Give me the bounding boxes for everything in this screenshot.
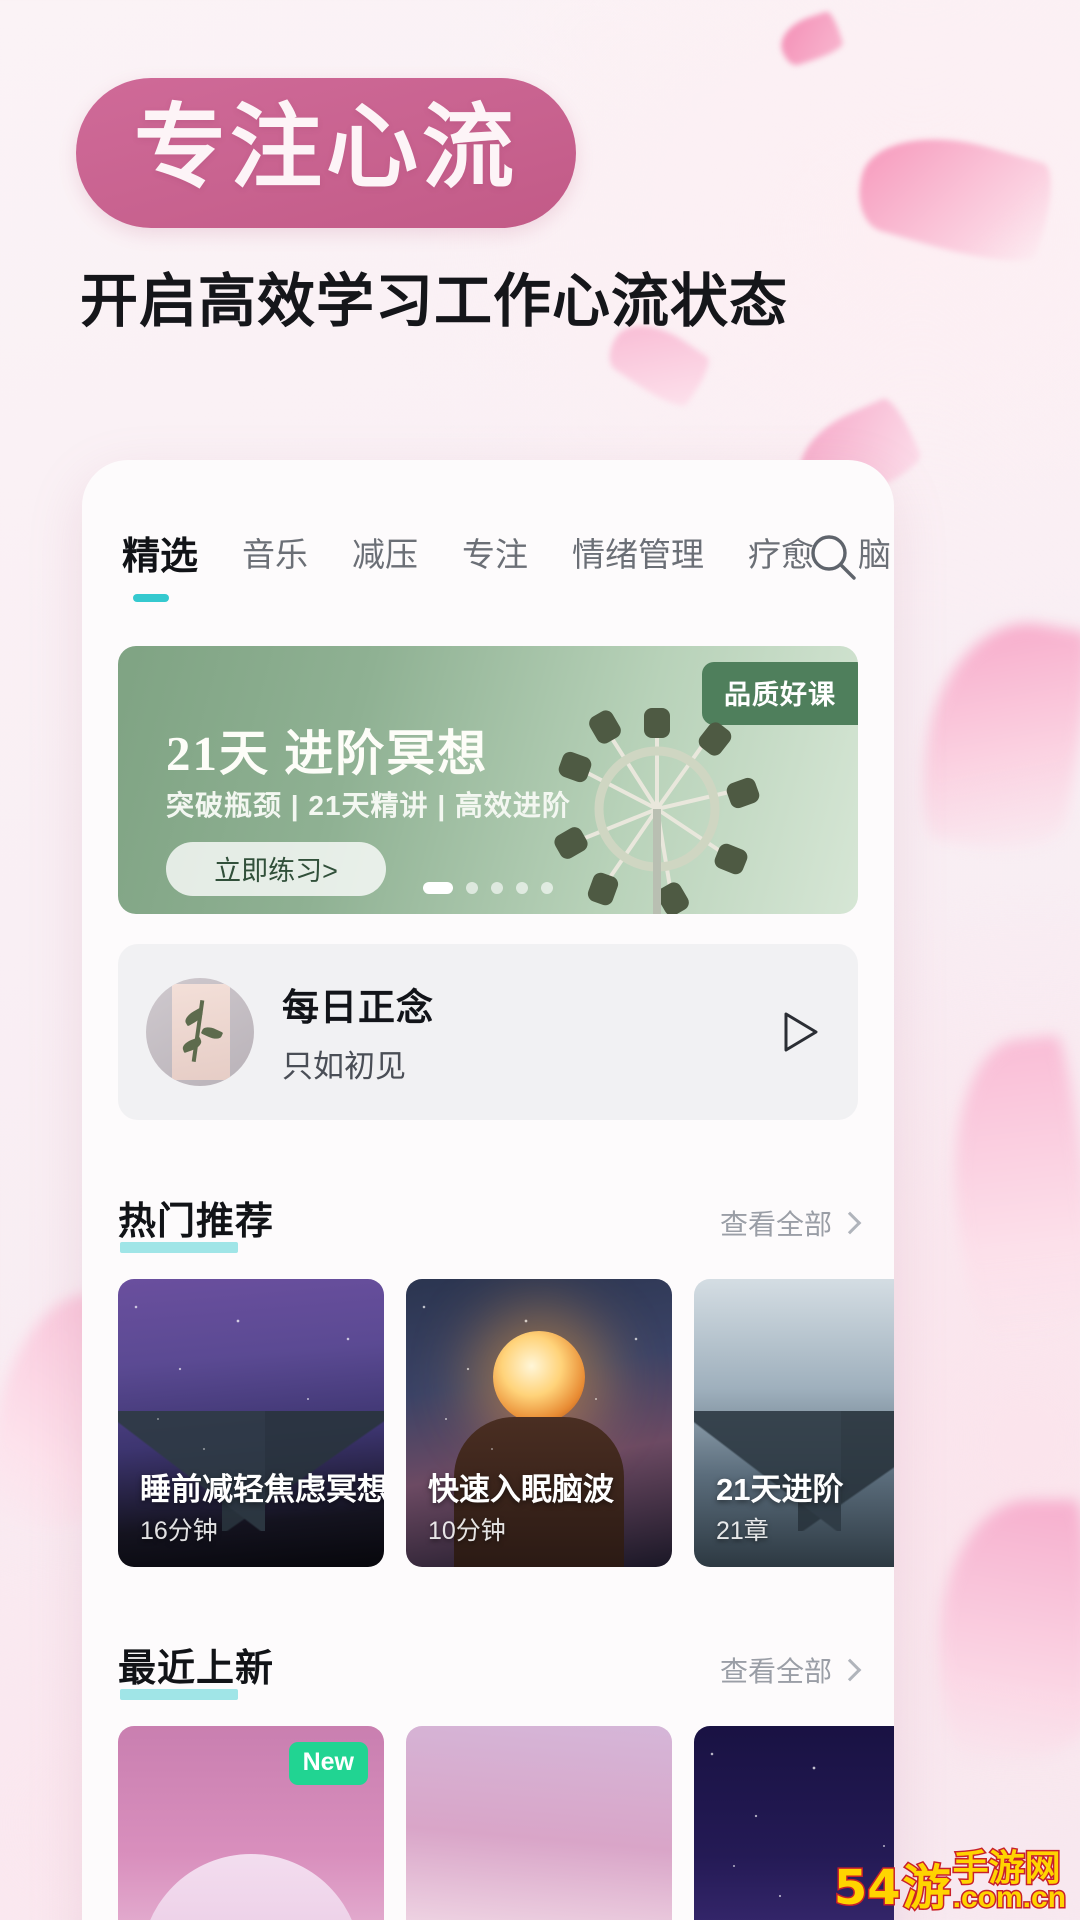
content-card[interactable]: 21天进阶 21章 [694, 1278, 894, 1567]
section-title: 最近上新 [118, 1637, 275, 1700]
section-see-all-hot[interactable]: 查看全部 [719, 1203, 862, 1243]
play-icon[interactable] [772, 1006, 824, 1058]
chevron-right-icon [838, 1658, 862, 1682]
tab-label: 脑 [858, 536, 892, 573]
egg-shape [141, 1853, 361, 1920]
content-card[interactable]: New [118, 1725, 384, 1920]
card-title: 快速入眠脑波 [428, 1471, 614, 1507]
section-title: 热门推荐 [118, 1190, 275, 1253]
card-title: 21天进阶 [716, 1471, 844, 1507]
section-header-new: 最近上新 查看全部 [118, 1637, 862, 1700]
section-title-text: 热门推荐 [118, 1200, 275, 1243]
daily-title: 每日正念 [282, 987, 434, 1029]
tab-label: 疗愈 [748, 536, 815, 573]
banner-artwork [552, 694, 762, 914]
petal-decoration [939, 1034, 1080, 1346]
tab-label: 减压 [352, 536, 419, 573]
section-title-text: 最近上新 [118, 1647, 275, 1690]
see-all-label: 查看全部 [719, 1208, 832, 1240]
active-tab-underline [133, 593, 169, 602]
section-see-all-new[interactable]: 查看全部 [719, 1650, 862, 1690]
app-screen-body: 品质好课 21天 进阶冥想 突破瓶颈 | 21天精讲 | 高效进阶 立即练习> [82, 645, 894, 1920]
banner-cta-button[interactable]: 立即练习> [166, 841, 386, 896]
carousel-dot[interactable] [491, 881, 503, 894]
carousel-dot[interactable] [423, 881, 453, 894]
daily-thumbnail [146, 977, 254, 1086]
promo-banner[interactable]: 品质好课 21天 进阶冥想 突破瓶颈 | 21天精讲 | 高效进阶 立即练习> [118, 645, 858, 914]
card-meta: 21章 [716, 1516, 769, 1545]
banner-carousel-dots[interactable] [423, 881, 553, 894]
site-watermark: 54 游 手游网 .com.cn [832, 1848, 1067, 1917]
tab-label: 专注 [462, 536, 529, 573]
new-badge: New [288, 1741, 368, 1785]
tab-label: 精选 [122, 536, 199, 578]
banner-title: 21天 进阶冥想 [166, 725, 489, 781]
petal-decoration [911, 608, 1080, 862]
daily-subtitle: 只如初见 [282, 1049, 406, 1085]
phone-mockup: 精选 音乐 减压 专注 情绪管理 疗愈 脑 品质好课 21天 进阶冥想 突破瓶颈… [82, 460, 894, 1920]
mountain-silhouette [118, 1410, 384, 1531]
card-meta: 16分钟 [140, 1516, 218, 1545]
tab-jianya[interactable]: 减压 [330, 536, 440, 574]
tab-qingxuguanli[interactable]: 情绪管理 [550, 536, 726, 574]
petal-decoration [940, 1500, 1080, 1760]
watermark-domain: .com.cn [951, 1880, 1067, 1914]
search-icon[interactable] [806, 530, 860, 584]
content-card[interactable]: 睡前减轻焦虑冥想 16分钟 [118, 1278, 384, 1567]
carousel-dot[interactable] [516, 881, 528, 894]
section-header-hot: 热门推荐 查看全部 [118, 1190, 862, 1253]
see-all-label: 查看全部 [719, 1655, 832, 1687]
hand-silhouette [454, 1416, 624, 1567]
hero-section: 专注心流 开启高效学习工作心流状态 [0, 0, 1080, 338]
tab-label: 音乐 [242, 536, 309, 573]
tab-jingxuan[interactable]: 精选 [82, 536, 220, 602]
hero-pill: 专注心流 [76, 78, 577, 228]
banner-subtitle: 突破瓶颈 | 21天精讲 | 高效进阶 [166, 789, 571, 821]
card-meta: 10分钟 [428, 1516, 506, 1545]
carousel-dot[interactable] [466, 881, 478, 894]
tab-zhuanzhu[interactable]: 专注 [440, 536, 550, 574]
watermark-prefix: 54 [832, 1860, 902, 1917]
content-card[interactable]: 快速入眠脑波 10分钟 [406, 1278, 672, 1567]
category-tabbar: 精选 音乐 减压 专注 情绪管理 疗愈 脑 [82, 460, 894, 602]
card-title: 睡前减轻焦虑冥想 [140, 1471, 384, 1507]
glowing-bulb [493, 1330, 585, 1423]
new-card-row[interactable]: New [118, 1725, 894, 1920]
watermark-text-block: 手游网 .com.cn [951, 1848, 1067, 1914]
tab-label: 情绪管理 [572, 536, 705, 573]
hero-subtitle: 开启高效学习工作心流状态 [80, 269, 789, 334]
daily-mindfulness-card[interactable]: 每日正念 只如初见 [118, 943, 858, 1120]
carousel-dot[interactable] [541, 881, 553, 894]
hero-pill-text: 专注心流 [134, 97, 519, 199]
tab-yinyue[interactable]: 音乐 [220, 536, 330, 574]
watermark-mid: 游 [901, 1860, 952, 1917]
hot-card-row[interactable]: 睡前减轻焦虑冥想 16分钟 快速入眠脑波 10分钟 21天进阶 21章 [118, 1278, 894, 1567]
content-card[interactable] [406, 1725, 672, 1920]
chevron-right-icon [838, 1211, 862, 1235]
daily-text-block: 每日正念 只如初见 [282, 977, 434, 1086]
